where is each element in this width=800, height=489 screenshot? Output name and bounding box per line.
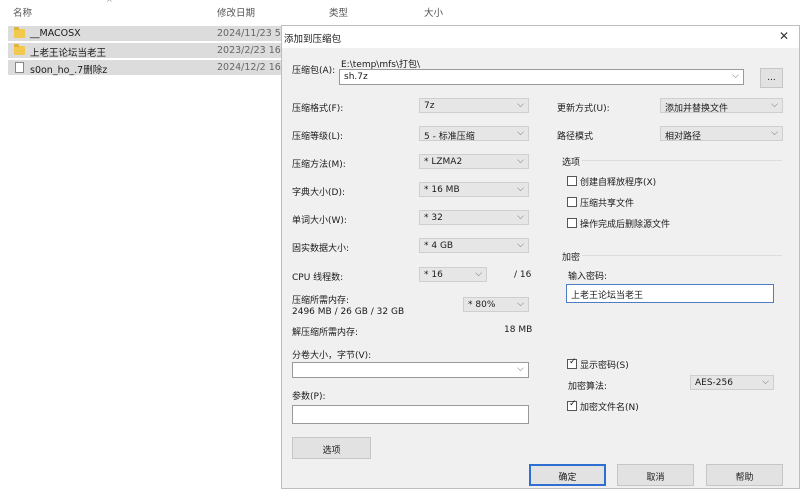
solid-select[interactable]: * 4 GB ⌵ [419, 238, 529, 253]
threads-label: CPU 线程数: [292, 273, 344, 283]
options-group-title: 选项 [562, 158, 581, 168]
file-name: 上老王论坛当老王 [30, 48, 107, 59]
solid-label: 固实数据大小: [292, 244, 350, 254]
folder-icon [14, 44, 25, 55]
archive-name-combo[interactable]: sh.7z ⌵ [339, 69, 744, 85]
dialog-titlebar[interactable]: 添加到压缩包 ✕ [282, 26, 799, 48]
file-icon [15, 62, 24, 73]
path-mode-value: 相对路径 [665, 132, 702, 142]
threads-value: * 16 [424, 270, 443, 280]
show-password-checkbox[interactable] [567, 357, 577, 369]
mem-percent-select[interactable]: * 80% ⌵ [463, 297, 529, 312]
dict-select[interactable]: * 16 MB ⌵ [419, 182, 529, 197]
chevron-down-icon: ⌵ [517, 212, 524, 222]
chevron-down-icon: ⌵ [475, 269, 482, 279]
format-value: 7z [424, 101, 435, 111]
add-to-archive-dialog: 添加到压缩包 ✕ 压缩包(A): E:\temp\mfs\打包\ sh.7z ⌵… [281, 25, 800, 489]
enc-method-label: 加密算法: [568, 382, 608, 392]
path-mode-label: 路径模式 [557, 132, 594, 142]
split-combo[interactable]: ⌵ [292, 362, 529, 378]
file-date: 2024/12/2 16:0 [217, 62, 291, 73]
password-label: 输入密码: [568, 272, 608, 282]
word-value: * 32 [424, 213, 443, 223]
sfx-label: 创建自释放程序(X) [580, 178, 657, 188]
file-date: 2023/2/23 16:3 [217, 45, 291, 56]
dialog-title: 添加到压缩包 [284, 34, 342, 45]
cancel-button[interactable]: 取消 [617, 464, 694, 486]
archive-label: 压缩包(A): [292, 66, 336, 76]
chevron-down-icon: ⌵ [771, 100, 778, 110]
chevron-down-icon: ⌵ [517, 184, 524, 194]
method-value: * LZMA2 [424, 157, 463, 167]
column-header-type[interactable]: 类型 [329, 5, 348, 19]
browse-button[interactable]: ... [760, 68, 783, 88]
threads-select[interactable]: * 16 ⌵ [419, 267, 487, 282]
update-select[interactable]: 添加并替换文件 ⌵ [660, 98, 783, 114]
word-label: 单词大小(W): [292, 216, 347, 226]
level-label: 压缩等级(L): [292, 132, 344, 142]
file-date: 2024/11/23 5:5 [217, 28, 291, 39]
column-header-name[interactable]: 名称 [13, 5, 32, 19]
enc-method-value: AES-256 [695, 378, 733, 388]
delete-source-checkbox[interactable] [567, 218, 577, 228]
split-label: 分卷大小，字节(V): [292, 351, 372, 361]
show-password-label: 显示密码(S) [580, 361, 629, 371]
level-select[interactable]: 5 - 标准压缩 ⌵ [419, 126, 529, 142]
mem-comp-value: 2496 MB / 26 GB / 32 GB [292, 307, 405, 317]
folder-icon [14, 27, 25, 38]
params-label: 参数(P): [292, 392, 326, 402]
solid-value: * 4 GB [424, 241, 454, 251]
help-button[interactable]: 帮助 [706, 464, 783, 486]
threads-max: / 16 [514, 270, 532, 280]
file-name: s0on_ho_.7删除z [30, 65, 108, 76]
options-button[interactable]: 选项 [292, 437, 371, 459]
encryption-group-title: 加密 [562, 253, 581, 263]
level-value: 5 - 标准压缩 [424, 132, 475, 142]
mem-percent-value: * 80% [468, 300, 496, 310]
sfx-checkbox[interactable] [567, 176, 577, 186]
encrypt-names-checkbox[interactable] [567, 399, 577, 411]
encrypt-names-label: 加密文件名(N) [580, 403, 639, 413]
path-mode-select[interactable]: 相对路径 ⌵ [660, 126, 783, 142]
encryption-group-divider [582, 255, 782, 256]
params-input[interactable] [292, 405, 529, 424]
chevron-down-icon: ⌵ [517, 100, 524, 110]
chevron-down-icon: ⌵ [517, 156, 524, 166]
close-icon[interactable]: ✕ [779, 29, 789, 43]
shared-label: 压缩共享文件 [580, 199, 635, 209]
chevron-down-icon: ⌵ [732, 71, 739, 81]
dict-label: 字典大小(D): [292, 188, 345, 198]
mem-comp-label: 压缩所需内存: [292, 296, 350, 306]
mem-decomp-label: 解压缩所需内存: [292, 328, 359, 338]
update-label: 更新方式(U): [557, 104, 610, 114]
enc-method-select[interactable]: AES-256 ⌵ [690, 375, 774, 390]
sort-up-icon: ^ [106, 0, 113, 7]
method-select[interactable]: * LZMA2 ⌵ [419, 154, 529, 169]
delete-source-label: 操作完成后删除源文件 [580, 220, 671, 230]
chevron-down-icon: ⌵ [771, 128, 778, 138]
column-header-date[interactable]: 修改日期 [217, 5, 255, 19]
chevron-down-icon: ⌵ [517, 240, 524, 250]
column-header-size[interactable]: 大小 [424, 5, 443, 19]
format-select[interactable]: 7z ⌵ [419, 98, 529, 113]
dict-value: * 16 MB [424, 185, 460, 195]
options-group-divider [582, 160, 782, 161]
chevron-down-icon: ⌵ [762, 377, 769, 387]
chevron-down-icon: ⌵ [517, 364, 524, 374]
file-name: __MACOSX [30, 28, 81, 39]
shared-checkbox[interactable] [567, 197, 577, 207]
password-input[interactable]: 上老王论坛当老王 [566, 284, 774, 303]
chevron-down-icon: ⌵ [517, 128, 524, 138]
format-label: 压缩格式(F): [292, 104, 344, 114]
archive-name-value: sh.7z [344, 72, 368, 82]
word-select[interactable]: * 32 ⌵ [419, 210, 529, 225]
chevron-down-icon: ⌵ [517, 299, 524, 309]
method-label: 压缩方法(M): [292, 160, 346, 170]
mem-decomp-value: 18 MB [504, 325, 533, 335]
update-value: 添加并替换文件 [665, 104, 729, 114]
ok-button[interactable]: 确定 [529, 464, 606, 486]
